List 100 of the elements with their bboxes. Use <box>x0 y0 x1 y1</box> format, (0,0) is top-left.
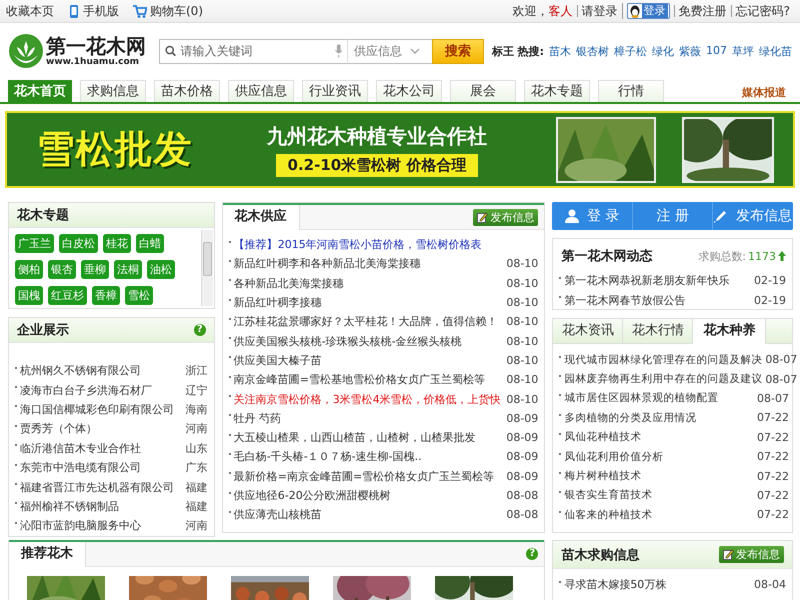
supply-link[interactable]: 关注南京雪松价格，3米雪松4米雪松，价格低，上货快 <box>234 392 504 407</box>
topic-tag[interactable]: 垂柳 <box>81 260 109 279</box>
hot-label: 标王 热搜: <box>492 44 544 58</box>
purchase-link[interactable]: 寻求苗木嫁接50万株 <box>564 577 752 592</box>
nav-tab[interactable]: 花木首页 <box>8 80 72 102</box>
topic-tag[interactable]: 桂花 <box>103 234 131 253</box>
top-link[interactable]: 手机版 <box>83 2 119 20</box>
supply-link[interactable]: 供应美国大榛子苗 <box>234 352 504 368</box>
company-link[interactable]: 贾秀芳（个体） <box>20 421 183 436</box>
nav-tab[interactable]: 行情 <box>598 80 664 102</box>
hot-search-link[interactable]: 草坪 <box>732 44 754 58</box>
top-link[interactable]: 收藏本页 <box>6 2 54 20</box>
help-icon[interactable]: ? <box>526 548 538 560</box>
section-tab[interactable]: 花木供应 <box>222 205 300 230</box>
nav-tab[interactable]: 行业资讯 <box>302 80 368 102</box>
search-button[interactable]: 搜索 <box>432 38 484 64</box>
topic-tag[interactable]: 香樟 <box>92 286 120 305</box>
welcome-text: 欢迎， <box>512 5 549 17</box>
date-text: 08-08 <box>506 489 538 502</box>
company-link[interactable]: 临沂港信苗木专业合作社 <box>20 440 183 456</box>
account-button[interactable]: 注 册 <box>632 202 712 230</box>
supply-link[interactable]: 各种新品北美海棠接穗 <box>234 276 504 291</box>
topic-tag[interactable]: 白皮松 <box>59 234 98 253</box>
date-text: 07-22 <box>757 450 789 464</box>
article-link[interactable]: 银杏实生育苗技术 <box>564 488 754 502</box>
topic-tag[interactable]: 雪松 <box>125 286 153 305</box>
company-link[interactable]: 凌海市白台子乡洪海石材厂 <box>20 382 183 398</box>
search-field[interactable]: 请输入关键词 <box>159 38 348 64</box>
supply-link[interactable]: 供应美国猴头核桃-珍珠猴头核桃-金丝猴头核桃 <box>234 334 504 349</box>
hot-search-link[interactable]: 107 <box>706 44 727 58</box>
help-icon[interactable]: ? <box>194 324 206 336</box>
company-link[interactable]: 福州榆祥不锈钢制品 <box>20 498 183 514</box>
company-link[interactable]: 杭州钢久不锈钢有限公司 <box>20 363 183 378</box>
topic-tag[interactable]: 侧柏 <box>15 260 43 279</box>
date-text: 02-19 <box>754 294 786 307</box>
supply-link[interactable]: 牡丹 芍药 <box>234 410 504 426</box>
region-text: 浙江 <box>186 363 208 378</box>
section-tab[interactable]: 推荐花木 <box>9 542 86 567</box>
publish-button[interactable]: 发布信息 <box>719 546 784 563</box>
topic-tag[interactable]: 红豆杉 <box>48 286 87 305</box>
scrollbar[interactable] <box>200 230 213 306</box>
hot-search-link[interactable]: 绿化苗 <box>758 44 792 58</box>
article-link[interactable]: 凤仙花利用价值分析 <box>564 450 754 464</box>
nav-tab[interactable]: 花木公司 <box>376 80 442 102</box>
hot-search-link[interactable]: 绿化 <box>652 44 674 58</box>
section-tab[interactable]: 花木资讯 <box>553 319 624 343</box>
top-link[interactable]: 购物车(0) <box>150 2 203 20</box>
banner[interactable]: 雪松批发 九州花木种植专业合作社 0.2-10米雪松树 价格合理 <box>5 111 795 188</box>
top-link[interactable]: 免费注册 <box>674 5 731 17</box>
date-text: 08-10 <box>506 373 538 386</box>
topic-tag[interactable]: 油松 <box>147 260 175 279</box>
supply-link[interactable]: 新品红叶稠李和各种新品北美海棠接穗 <box>234 256 504 272</box>
nav-tab[interactable]: 苗木价格 <box>154 80 220 102</box>
company-link[interactable]: 东莞市中浩电缆有限公司 <box>20 460 183 476</box>
qq-login-button[interactable]: 登录 <box>626 3 670 19</box>
region-text: 山东 <box>186 440 208 456</box>
nav-tab[interactable]: 供应信息 <box>228 80 294 102</box>
publish-button[interactable]: 发布信息 <box>473 208 538 226</box>
supply-link[interactable]: 最新价格=南京金峰苗圃=雪松价格女贞广玉兰蜀桧等 <box>234 468 504 484</box>
supply-link[interactable]: 新品红叶稠李接穗 <box>234 295 504 310</box>
supply-link[interactable]: 毛白杨-千头椿-１０７杨-速生柳-国槐.. <box>234 449 504 464</box>
hot-search-link[interactable]: 银杏树 <box>576 44 609 58</box>
article-link[interactable]: 凤仙花种植技术 <box>564 430 754 444</box>
top-link[interactable]: 忘记密码? <box>730 5 794 17</box>
topic-tag[interactable]: 法桐 <box>114 260 142 279</box>
account-button[interactable]: 登 录 <box>552 202 632 230</box>
company-link[interactable]: 沁阳市蓝韵电脑服务中心 <box>20 518 183 534</box>
news-link[interactable]: 第一花木网恭祝新老朋友新年快乐 <box>564 273 752 288</box>
supply-link[interactable]: 大五棱山楂果，山西山楂苗，山楂树，山楂果批发 <box>234 430 504 446</box>
topic-tag[interactable]: 国槐 <box>15 286 43 305</box>
date-text: 07-22 <box>757 430 789 444</box>
supply-link[interactable]: 供应薄壳山核桃苗 <box>234 507 504 522</box>
news-link[interactable]: 第一花木网春节放假公告 <box>564 292 752 308</box>
article-link[interactable]: 梅片树种植技术 <box>564 469 754 484</box>
topic-tag[interactable]: 白蜡 <box>136 234 164 253</box>
nav-tab[interactable]: 花木专题 <box>524 80 590 102</box>
article-link[interactable]: 园林废弃物再生利用中存在的问题及建议 <box>564 372 762 386</box>
nav-tab[interactable]: 求购信息 <box>80 80 146 102</box>
hot-search-link[interactable]: 樟子松 <box>614 44 647 58</box>
media-link[interactable]: 媒体报道 <box>742 84 786 102</box>
company-link[interactable]: 福建省晋江市先达机器有限公司 <box>20 480 183 495</box>
article-link[interactable]: 多肉植物的分类及应用情况 <box>564 410 754 425</box>
account-button[interactable]: 发布信息 <box>712 202 793 230</box>
company-link[interactable]: 海口国信椰城彩色印刷有限公司 <box>20 402 183 417</box>
supply-link[interactable]: 江苏桂花盆景哪家好？太平桂花！大品牌，值得信赖！ <box>234 314 504 330</box>
article-link[interactable]: 现代城市园林绿化管理存在的问题及解决 <box>564 352 762 367</box>
hot-search-link[interactable]: 紫薇 <box>678 44 701 58</box>
topic-tag[interactable]: 银杏 <box>48 260 76 279</box>
article-link[interactable]: 城市居住区园林景观的植物配置 <box>564 391 754 406</box>
topic-tag[interactable]: 广玉兰 <box>15 234 54 253</box>
supply-link[interactable]: 【推荐】2015年河南雪松小苗价格，雪松树价格表 <box>234 237 538 252</box>
section-tab[interactable]: 花木种养 <box>693 319 766 344</box>
count-value: 1173 <box>748 250 776 262</box>
hot-search-link[interactable]: 苗木 <box>548 44 571 58</box>
nav-tab[interactable]: 展会 <box>450 80 516 102</box>
login-link[interactable]: 请登录 <box>576 5 622 17</box>
logo-icon <box>8 33 44 69</box>
article-link[interactable]: 仙客来的种植技术 <box>564 508 754 522</box>
supply-link[interactable]: 南京金峰苗圃=雪松基地雪松价格女贞广玉兰蜀桧等 <box>234 372 504 388</box>
supply-link[interactable]: 供应地径6-20公分欧洲甜樱桃树 <box>234 488 504 503</box>
